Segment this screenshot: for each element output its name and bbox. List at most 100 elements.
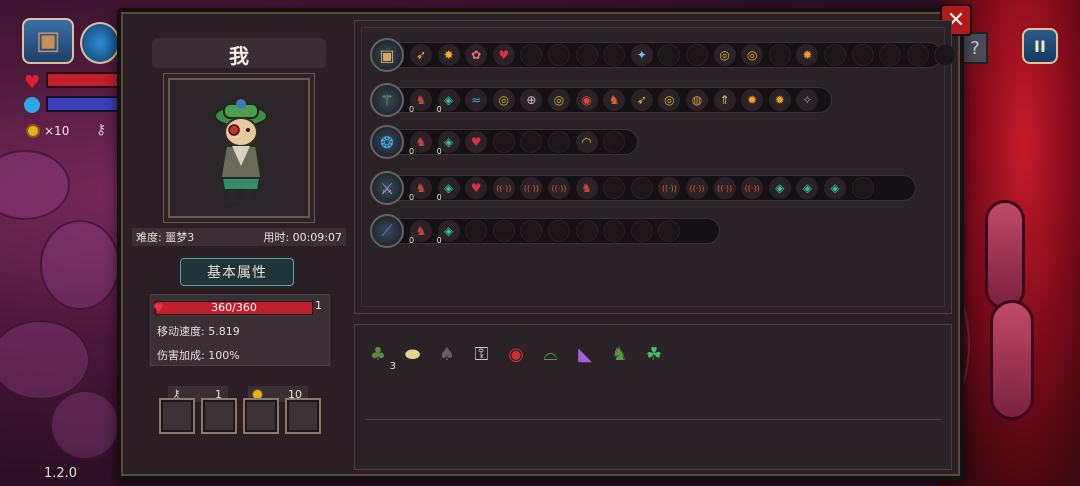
teal-gem-icon[interactable]: ◈ 0 bbox=[436, 220, 460, 245]
teal-gem-icon[interactable]: ◈ bbox=[824, 177, 846, 199]
empty-slot[interactable] bbox=[686, 44, 708, 66]
empty-slot[interactable] bbox=[851, 177, 874, 199]
empty-slot[interactable] bbox=[630, 177, 653, 199]
radio-wave-icon[interactable]: ((·)) bbox=[713, 177, 736, 199]
coin-icon bbox=[26, 124, 40, 138]
blue-butterfly-icon[interactable]: ✦ bbox=[630, 44, 653, 66]
run-info-row: 难度: 噩梦3 用时: 00:09:07 bbox=[132, 228, 346, 246]
move-speed-label: 移动速度: 5.819 bbox=[157, 325, 240, 338]
red-boot-icon[interactable]: ♞ 0 bbox=[409, 131, 432, 156]
clover-icon[interactable]: ☘ bbox=[640, 340, 668, 368]
hp-bar: 360/360 bbox=[155, 301, 313, 315]
chest-icon[interactable]: ▣ bbox=[370, 38, 404, 72]
feather-bolt-icon[interactable]: ➶ bbox=[410, 44, 432, 66]
red-swirl-icon[interactable]: ◉ bbox=[575, 89, 598, 111]
bg-cell bbox=[0, 150, 70, 220]
empty-slot[interactable] bbox=[906, 44, 929, 66]
bg-cell bbox=[0, 320, 90, 400]
red-heart-icon[interactable]: ♥ bbox=[492, 44, 515, 66]
character-portrait bbox=[168, 78, 310, 218]
teal-gem-icon[interactable]: ◈ 0 bbox=[436, 131, 460, 156]
character-name: 我 bbox=[229, 44, 249, 68]
item-count: 3 bbox=[389, 361, 396, 372]
red-boot-icon[interactable]: ♞ 0 bbox=[409, 177, 432, 202]
empty-slot[interactable] bbox=[768, 44, 791, 66]
stack-count: 0 bbox=[409, 147, 415, 156]
stack-count: 0 bbox=[409, 236, 415, 245]
empty-slot[interactable] bbox=[575, 220, 598, 242]
chest-icon: ▣ bbox=[35, 26, 61, 56]
bg-tentacle bbox=[985, 200, 1025, 310]
green-hat-icon[interactable]: ⌓ bbox=[537, 340, 565, 368]
items-divider bbox=[365, 419, 941, 420]
empty-slot[interactable] bbox=[492, 220, 515, 242]
green-boot-icon[interactable]: ♞ bbox=[606, 340, 634, 368]
gold-orb-icon[interactable]: ✸ bbox=[437, 44, 460, 66]
rainbow-cape-icon[interactable]: ◣ bbox=[571, 340, 599, 368]
bg-cell bbox=[50, 390, 120, 460]
dark-swirl-icon[interactable]: ◍ bbox=[686, 89, 708, 111]
blue-orb-icon[interactable]: ❂ bbox=[370, 125, 404, 159]
mana-icon bbox=[24, 97, 40, 113]
help-button[interactable]: ? bbox=[962, 32, 988, 64]
red-boot-icon[interactable]: ♞ 0 bbox=[409, 89, 432, 114]
dark-bell-icon[interactable]: ♠ bbox=[433, 340, 461, 368]
red-eye-icon[interactable]: ◉ bbox=[502, 340, 530, 368]
teal-gem-icon[interactable]: ◈ 0 bbox=[436, 89, 460, 114]
equipment-slot[interactable] bbox=[285, 398, 321, 434]
heart-icon: ♥ bbox=[24, 72, 41, 93]
bg-cell bbox=[40, 220, 120, 310]
attributes-box: 360/360 ♥ 1 移动速度: 5.819 伤害加成: 100% bbox=[150, 294, 330, 366]
teal-gem-icon[interactable]: ◈ 0 bbox=[437, 177, 460, 202]
bread-loaf-icon[interactable]: ⬬ bbox=[399, 340, 427, 368]
stack-count: 0 bbox=[436, 105, 442, 114]
version-label: 1.2.0 bbox=[44, 466, 78, 481]
green-cloak-icon[interactable]: ♣ 3 bbox=[364, 340, 396, 373]
heart-icon: ♥ bbox=[153, 301, 164, 315]
sun-icon[interactable]: ✹ bbox=[768, 89, 791, 111]
hud-weapon-button[interactable] bbox=[80, 22, 120, 64]
damage-bonus-label: 伤害加成: 100% bbox=[157, 349, 240, 362]
empty-slot[interactable] bbox=[492, 131, 515, 153]
rainbow-arc-icon[interactable]: ◠ bbox=[575, 131, 598, 153]
green-staff-icon[interactable]: ⚚ bbox=[370, 83, 404, 117]
character-sprite-icon bbox=[214, 99, 268, 202]
empty-slot[interactable] bbox=[548, 220, 570, 242]
red-boot-icon[interactable]: ♞ bbox=[575, 177, 598, 199]
empty-slot[interactable] bbox=[548, 131, 570, 153]
equipment-slot[interactable] bbox=[243, 398, 279, 434]
empty-slot[interactable] bbox=[824, 44, 846, 66]
key-icon: ⚷ bbox=[96, 122, 107, 138]
golden-swirl-icon[interactable]: ◎ bbox=[492, 89, 515, 111]
basic-attributes-button[interactable]: 基本属性 bbox=[180, 258, 294, 286]
empty-slot[interactable] bbox=[548, 44, 570, 66]
teal-gem-icon[interactable]: ◈ bbox=[768, 177, 791, 199]
radio-wave-icon[interactable]: ((·)) bbox=[548, 177, 570, 199]
stack-count: 0 bbox=[436, 236, 442, 245]
equipment-slot[interactable] bbox=[201, 398, 237, 434]
stack-count: 0 bbox=[436, 147, 442, 156]
stack-count: 0 bbox=[409, 193, 415, 202]
equipment-slot[interactable] bbox=[159, 398, 195, 434]
radio-wave-icon[interactable]: ((·)) bbox=[492, 177, 515, 199]
pause-button[interactable]: II bbox=[1022, 28, 1058, 64]
empty-slot[interactable] bbox=[630, 220, 653, 242]
armor-value: 1 bbox=[315, 299, 322, 312]
golden-swirl-icon[interactable]: ◎ bbox=[713, 44, 736, 66]
hud-coin-count: ×10 bbox=[44, 124, 70, 138]
radio-wave-icon[interactable]: ((·)) bbox=[686, 177, 708, 199]
blue-wand-icon[interactable]: ⟋ bbox=[370, 214, 404, 248]
golden-swirl-icon[interactable]: ◎ bbox=[548, 89, 570, 111]
empty-slot[interactable] bbox=[851, 44, 874, 66]
red-boot-icon[interactable]: ♞ 0 bbox=[409, 220, 432, 245]
dark-staff-icon[interactable]: ⚔ bbox=[370, 171, 404, 205]
empty-slot[interactable] bbox=[575, 44, 598, 66]
hud-chest-button[interactable]: ▣ bbox=[22, 18, 74, 64]
difficulty-label: 难度: 噩梦3 bbox=[136, 231, 195, 244]
feather-bolt-icon[interactable]: ➶ bbox=[630, 89, 653, 111]
time-used-label: 用时: 00:09:07 bbox=[263, 231, 342, 244]
hud-hp-bar bbox=[46, 72, 120, 88]
hud-mp-bar bbox=[46, 96, 120, 112]
bone-key-icon[interactable]: ⚿ bbox=[468, 340, 496, 368]
arrow-up-icon[interactable]: ⇑ bbox=[713, 89, 736, 111]
